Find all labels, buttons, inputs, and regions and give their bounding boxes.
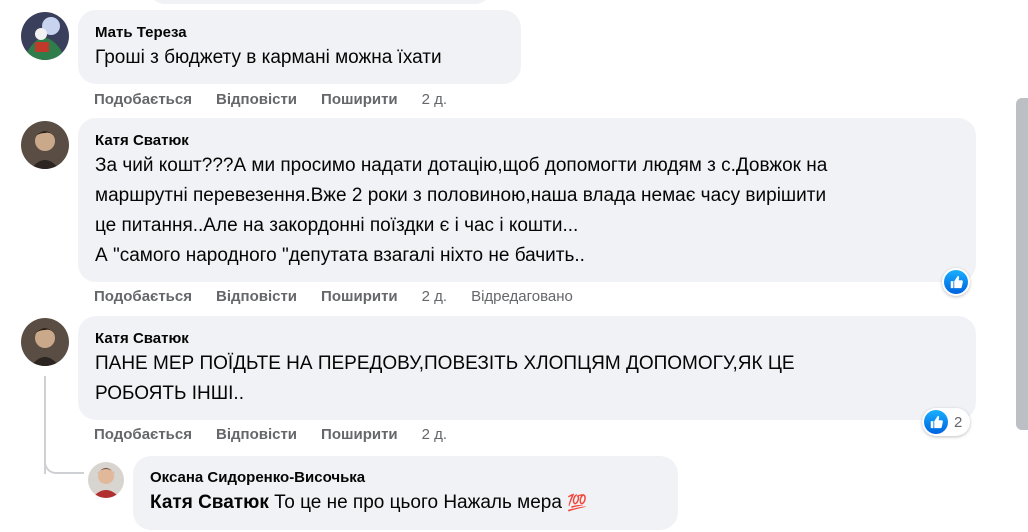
- like-icon: [924, 410, 948, 434]
- reply-text-body: То це не про цього Нажаль мера: [268, 492, 568, 513]
- comment-actions: Подобається Відповісти Поширити 2 д.: [94, 426, 471, 443]
- comment-text-line: це питання..Але на закордонні поїздки є …: [95, 215, 579, 236]
- comment-text-line: За чий кошт???А ми просимо надати дотаці…: [95, 155, 828, 176]
- comment-text-line: маршрутні перевезення.Вже 2 роки з полов…: [95, 185, 827, 206]
- reply-author[interactable]: Оксана Сидоренко-Височька: [150, 468, 661, 488]
- comment-text-line: А "самого народного "депутата взагалі ні…: [95, 245, 585, 266]
- avatar[interactable]: [21, 12, 69, 60]
- like-button[interactable]: Подобається: [94, 426, 192, 443]
- comment-text: Гроші з бюджету в кармані можна їхати: [95, 47, 442, 68]
- thread-connector-curve: [44, 452, 84, 474]
- share-button[interactable]: Поширити: [321, 426, 398, 443]
- comment-bubble: Мать Тереза Гроші з бюджету в кармані мо…: [78, 10, 521, 84]
- reaction-count: 2: [954, 413, 963, 431]
- like-icon: [944, 270, 968, 294]
- comment-bubble: Катя Сватюк ПАНЕ МЕР ПОЇДЬТЕ НА ПЕРЕДОВУ…: [78, 316, 976, 420]
- edited-label: Відредаговано: [471, 288, 573, 305]
- timestamp[interactable]: 2 д.: [422, 91, 447, 108]
- comment-author[interactable]: Мать Тереза: [95, 23, 504, 43]
- like-button[interactable]: Подобається: [94, 91, 192, 108]
- share-button[interactable]: Поширити: [321, 288, 398, 305]
- comment-text-line: ПАНЕ МЕР ПОЇДЬТЕ НА ПЕРЕДОВУ,ПОВЕЗІТЬ ХЛ…: [95, 353, 795, 374]
- avatar[interactable]: [21, 121, 69, 169]
- comment-bubble: Катя Сватюк За чий кошт???А ми просимо н…: [78, 118, 976, 282]
- like-button[interactable]: Подобається: [94, 288, 192, 305]
- avatar[interactable]: [88, 462, 124, 498]
- reaction-badge[interactable]: [942, 268, 970, 296]
- comment-actions: Подобається Відповісти Поширити 2 д.: [94, 91, 471, 108]
- reply-button[interactable]: Відповісти: [216, 91, 297, 108]
- reply-bubble: Оксана Сидоренко-Височька Катя Сватюк То…: [133, 456, 678, 530]
- avatar[interactable]: [21, 318, 69, 366]
- reply-button[interactable]: Відповісти: [216, 426, 297, 443]
- timestamp[interactable]: 2 д.: [422, 288, 447, 305]
- comment-author[interactable]: Катя Сватюк: [95, 329, 959, 349]
- comment-actions: Подобається Відповісти Поширити 2 д. Від…: [94, 288, 597, 305]
- reply-text: Катя Сватюк То це не про цього Нажаль ме…: [150, 488, 661, 519]
- comment-text-line: РОБОЯТЬ ІНШІ..: [95, 383, 244, 404]
- share-button[interactable]: Поширити: [321, 91, 398, 108]
- reaction-badge[interactable]: 2: [922, 408, 971, 436]
- reply-button[interactable]: Відповісти: [216, 288, 297, 305]
- previous-comment-bubble-edge: [150, 0, 490, 4]
- comment-author[interactable]: Катя Сватюк: [95, 131, 959, 151]
- hundred-points-icon: 💯: [567, 495, 588, 512]
- mention-link[interactable]: Катя Сватюк: [150, 492, 269, 513]
- scrollbar[interactable]: [1016, 98, 1028, 430]
- timestamp[interactable]: 2 д.: [422, 426, 447, 443]
